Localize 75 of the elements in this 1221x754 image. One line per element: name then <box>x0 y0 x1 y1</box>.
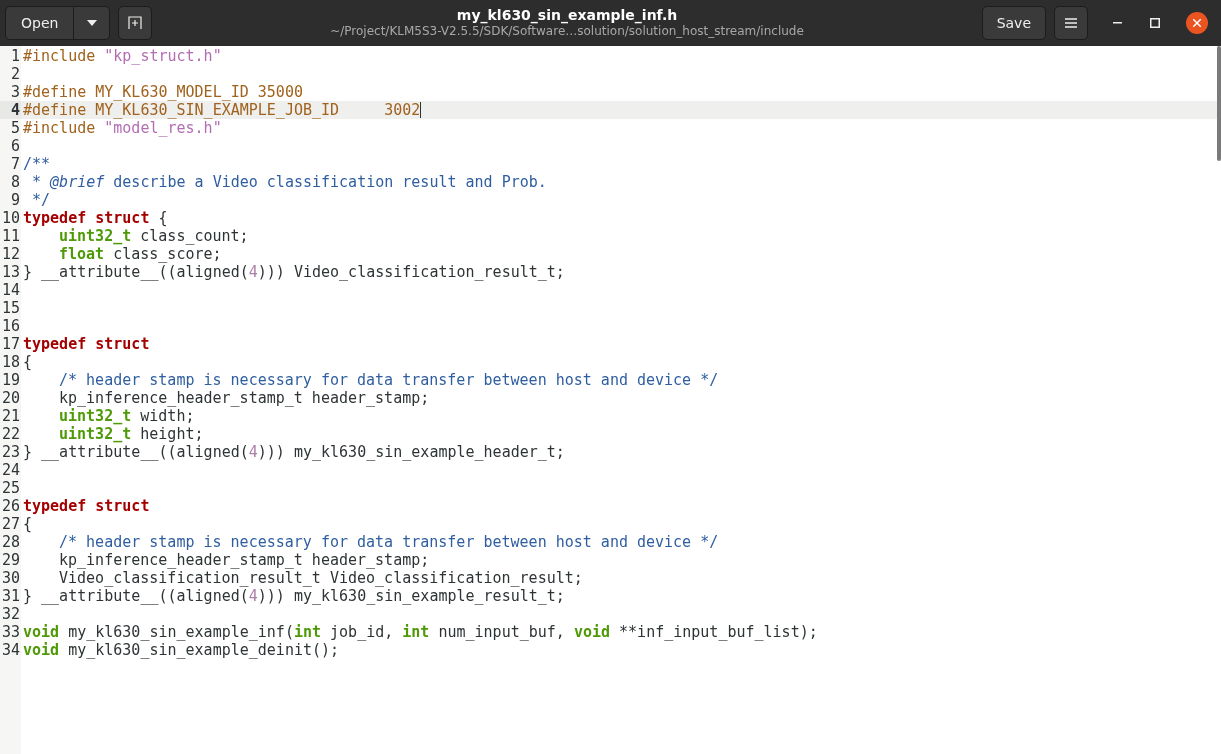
code-line: float class_score; <box>59 245 222 263</box>
save-button[interactable]: Save <box>981 6 1046 40</box>
line-number: 23 <box>1 443 20 461</box>
code-line: void my_kl630_sin_example_deinit(); <box>23 641 340 659</box>
line-number: 18 <box>1 353 20 371</box>
code-line: uint32_t class_count; <box>59 227 249 245</box>
close-button[interactable] <box>1186 12 1208 34</box>
line-number: 27 <box>1 515 20 533</box>
code-line: void my_kl630_sin_example_inf(int job_id, int num_input_buf, void **inf_input_buf_list); <box>23 623 818 641</box>
open-menu-button[interactable] <box>74 6 111 40</box>
line-number: 33 <box>1 623 20 641</box>
line-number: 4 <box>10 101 20 119</box>
line-number: 25 <box>1 479 20 497</box>
line-number: 12 <box>1 245 20 263</box>
code-line: uint32_t height; <box>59 425 204 443</box>
line-number: 8 <box>10 173 20 191</box>
line-number: 34 <box>1 641 20 659</box>
line-number: 21 <box>1 407 20 425</box>
line-number: 28 <box>1 533 20 551</box>
code-line: */ <box>31 191 51 209</box>
code-line: #include "kp_struct.h" <box>23 47 222 65</box>
code-line: Video_classification_result_t Video_classification_result; <box>59 569 583 587</box>
line-number: 22 <box>1 425 20 443</box>
code-line: * @brief describe a Video classification result and Prob. <box>31 173 547 191</box>
line-number: 1 <box>10 47 20 65</box>
code-line: } __attribute__((aligned(4))) my_kl630_sin_example_header_t; <box>23 443 565 461</box>
menu-icon <box>1065 18 1077 28</box>
new-tab-icon <box>128 16 143 30</box>
caret-icon <box>86 20 97 26</box>
line-number: 7 <box>10 155 20 173</box>
line-number: 29 <box>1 551 20 569</box>
code-line: } __attribute__((aligned(4))) my_kl630_sin_example_result_t; <box>23 587 565 605</box>
new-tab-button[interactable] <box>118 6 153 40</box>
code-line: #define MY_KL630_SIN_EXAMPLE_JOB_ID 3002 <box>23 101 421 119</box>
line-number: 31 <box>1 587 20 605</box>
code-line: uint32_t width; <box>59 407 195 425</box>
line-number: 9 <box>10 191 20 209</box>
line-number: 24 <box>1 461 20 479</box>
code-line: } __attribute__((aligned(4))) Video_classification_result_t; <box>23 263 565 281</box>
line-number: 5 <box>10 119 20 137</box>
code-line: typedef struct <box>23 497 150 515</box>
code-line: typedef struct { <box>23 209 168 227</box>
line-number: 6 <box>10 137 20 155</box>
code-line: #include "model_res.h" <box>23 119 222 137</box>
code-line: kp_inference_header_stamp_t header_stamp; <box>59 389 430 407</box>
line-number: 15 <box>1 299 20 317</box>
line-number: 30 <box>1 569 20 587</box>
code-line: /* header stamp is necessary for data transfer between host and device */ <box>59 533 719 551</box>
maximize-icon <box>1150 18 1160 28</box>
line-number: 32 <box>1 605 20 623</box>
open-button[interactable]: Open <box>5 6 75 40</box>
code-line: typedef struct <box>23 335 150 353</box>
code-line: { <box>23 353 33 371</box>
line-number: 26 <box>1 497 20 515</box>
code-line: { <box>23 515 33 533</box>
close-icon <box>1193 19 1201 27</box>
code-line: kp_inference_header_stamp_t header_stamp; <box>59 551 430 569</box>
code-line: #define MY_KL630_MODEL_ID 35000 <box>23 83 303 101</box>
line-number: 17 <box>1 335 20 353</box>
code-line: /** <box>23 155 51 173</box>
minimize-icon <box>1112 22 1122 24</box>
line-number: 2 <box>10 65 20 83</box>
line-number: 16 <box>1 317 20 335</box>
window-title: my_kl630_sin_example_inf.h <box>456 6 678 25</box>
menu-button[interactable] <box>1054 6 1088 40</box>
line-number: 20 <box>1 389 20 407</box>
line-number: 19 <box>1 371 20 389</box>
line-number: 3 <box>10 83 20 101</box>
text-cursor <box>420 102 422 118</box>
line-number: 11 <box>1 227 20 245</box>
line-number: 10 <box>1 209 20 227</box>
code-line: /* header stamp is necessary for data transfer between host and device */ <box>59 371 719 389</box>
file-path: ~/Project/KLM5S3-V2.5.5/SDK/Software…solution/solution_host_stream/include <box>330 24 804 40</box>
line-number: 14 <box>1 281 20 299</box>
line-number: 13 <box>1 263 20 281</box>
